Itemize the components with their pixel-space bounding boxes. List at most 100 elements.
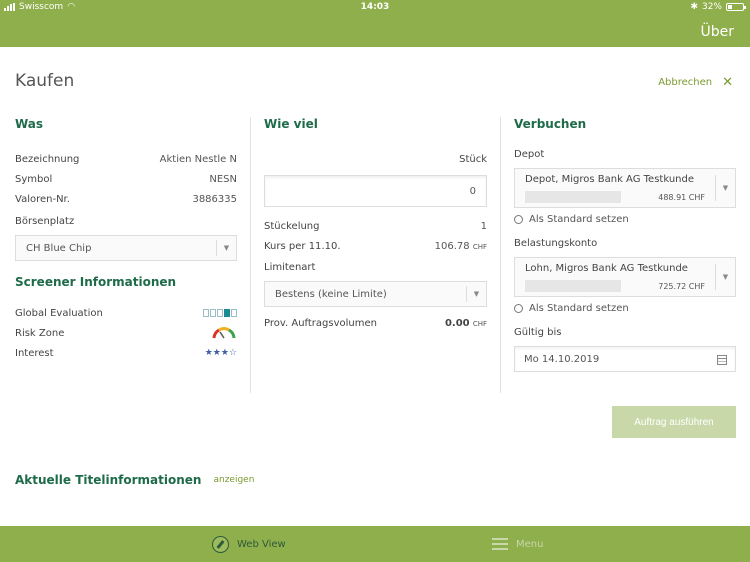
depot-label: Depot (514, 149, 545, 160)
kurs-value-wrap: 106.78 CHF (435, 241, 487, 252)
kurs-label: Kurs per 11.10. (264, 240, 341, 252)
wieviel-section: Wie viel Stück 0 Stückelung 1 Kurs per 1… (264, 117, 487, 333)
show-link[interactable]: anzeigen (213, 475, 254, 485)
chevron-down-icon: ▼ (715, 264, 735, 290)
radio-icon (514, 304, 523, 313)
risk-zone-label: Risk Zone (15, 327, 65, 339)
masked-field (525, 280, 621, 292)
screener-heading: Screener Informationen (15, 275, 177, 289)
depot-select[interactable]: Depot, Migros Bank AG Testkunde 488.91 C… (514, 168, 736, 208)
volume-value-wrap: 0.00 CHF (445, 318, 487, 329)
info-row: Symbol NESN (15, 169, 237, 189)
evaluation-segment (217, 309, 223, 317)
cancel-label: Abbrechen (658, 77, 713, 88)
konto-amount: 725.72 CHF (658, 282, 705, 291)
valid-until-date-input[interactable]: Mo 14.10.2019 (514, 346, 736, 372)
status-time: 14:03 (360, 2, 390, 12)
info-row: Bezeichnung Aktien Nestle N (15, 149, 237, 169)
chevron-down-icon: ▼ (715, 175, 735, 201)
stueckelung-row: Stückelung 1 (264, 216, 487, 236)
konto-select[interactable]: Lohn, Migros Bank AG Testkunde 725.72 CH… (514, 257, 736, 297)
evaluation-bar-icon (203, 309, 237, 317)
kurs-row: Kurs per 11.10. 106.78 CHF (264, 236, 487, 256)
volume-currency: CHF (472, 319, 487, 328)
interest-label: Interest (15, 347, 54, 359)
exchange-select[interactable]: CH Blue Chip ▼ (15, 235, 237, 261)
limit-type-select[interactable]: Bestens (keine Limite) ▼ (264, 281, 487, 307)
chevron-down-icon: ▼ (216, 240, 236, 256)
valid-label: Gültig bis (514, 327, 562, 338)
risk-zone-row: Risk Zone (15, 323, 237, 343)
stueckelung-value: 1 (480, 220, 487, 232)
chevron-down-icon: ▼ (466, 286, 486, 302)
volume-label: Prov. Auftragsvolumen (264, 317, 377, 329)
konto-label: Belastungskonto (514, 238, 598, 249)
qty-label-row: Stück (264, 149, 487, 169)
bluetooth-icon: ✱ (690, 2, 698, 12)
global-evaluation-label: Global Evaluation (15, 307, 103, 319)
status-bar: Swisscom ◠ 14:03 ✱ 32% (0, 0, 750, 16)
default-label: Als Standard setzen (529, 214, 629, 225)
interest-stars-icon: ★★★☆ (204, 348, 237, 358)
evaluation-segment (210, 309, 216, 317)
was-section: Was Bezeichnung Aktien Nestle N Symbol N… (15, 117, 237, 363)
konto-default-radio[interactable]: Als Standard setzen (514, 303, 736, 314)
default-label: Als Standard setzen (529, 303, 629, 314)
order-panel: Kaufen Abbrechen ✕ Was Bezeichnung Aktie… (1, 47, 749, 526)
exchange-label: Börsenplatz (15, 216, 75, 227)
info-label: Valoren-Nr. (15, 193, 70, 205)
column-divider (500, 117, 501, 393)
about-button[interactable]: Über (700, 24, 734, 40)
quantity-input[interactable]: 0 (264, 175, 487, 207)
depot-name: Depot, Migros Bank AG Testkunde (525, 174, 694, 185)
execute-order-button[interactable]: Auftrag ausführen (612, 406, 736, 438)
was-heading: Was (15, 117, 44, 131)
masked-field (525, 191, 621, 203)
interest-row: Interest ★★★☆ (15, 343, 237, 363)
info-label: Bezeichnung (15, 153, 80, 165)
tab-menu-label: Menu (516, 538, 544, 550)
close-icon: ✕ (722, 75, 733, 90)
column-divider (250, 117, 251, 393)
volume-row: Prov. Auftragsvolumen 0.00 CHF (264, 313, 487, 333)
valid-until-value: Mo 14.10.2019 (524, 353, 600, 365)
tab-web-view[interactable]: Web View (212, 526, 286, 562)
page-title: Kaufen (15, 71, 75, 91)
cancel-button[interactable]: Abbrechen ✕ (658, 75, 733, 90)
compass-icon (212, 535, 229, 553)
aktuell-title: Aktuelle Titelinformationen (15, 473, 202, 487)
kurs-currency: CHF (472, 242, 487, 251)
info-value: 3886335 (192, 193, 237, 205)
menu-icon (492, 538, 508, 550)
limit-type-value: Bestens (keine Limite) (275, 288, 387, 300)
kurs-value: 106.78 (434, 240, 470, 252)
global-evaluation-row: Global Evaluation (15, 303, 237, 323)
evaluation-segment (203, 309, 209, 317)
depot-amount: 488.91 CHF (658, 193, 705, 202)
info-value: Aktien Nestle N (159, 153, 237, 165)
risk-gauge-icon (212, 327, 236, 339)
top-bar: Swisscom ◠ 14:03 ✱ 32% Über (0, 0, 750, 47)
battery-percent: 32% (701, 2, 722, 12)
info-label: Symbol (15, 173, 53, 185)
evaluation-segment (224, 309, 230, 317)
verbuchen-heading: Verbuchen (514, 117, 587, 131)
aktuell-section: Aktuelle Titelinformationen anzeigen (15, 473, 254, 487)
battery-icon (726, 3, 746, 11)
limit-label: Limitenart (264, 262, 316, 273)
evaluation-segment (231, 309, 237, 317)
tab-web-view-label: Web View (237, 538, 286, 550)
volume-value: 0.00 (444, 317, 470, 329)
exchange-value: CH Blue Chip (26, 242, 92, 254)
bottom-tab-bar: Web View Menu (0, 526, 750, 562)
depot-default-radio[interactable]: Als Standard setzen (514, 214, 736, 225)
wieviel-heading: Wie viel (264, 117, 318, 131)
calendar-icon[interactable] (717, 355, 727, 365)
tab-menu[interactable]: Menu (492, 526, 543, 562)
info-value: NESN (209, 173, 237, 185)
radio-icon (514, 215, 523, 224)
verbuchen-section: Verbuchen Depot Depot, Migros Bank AG Te… (514, 117, 736, 372)
qty-label: Stück (459, 153, 487, 165)
info-row: Valoren-Nr. 3886335 (15, 189, 237, 209)
stueckelung-label: Stückelung (264, 220, 320, 232)
